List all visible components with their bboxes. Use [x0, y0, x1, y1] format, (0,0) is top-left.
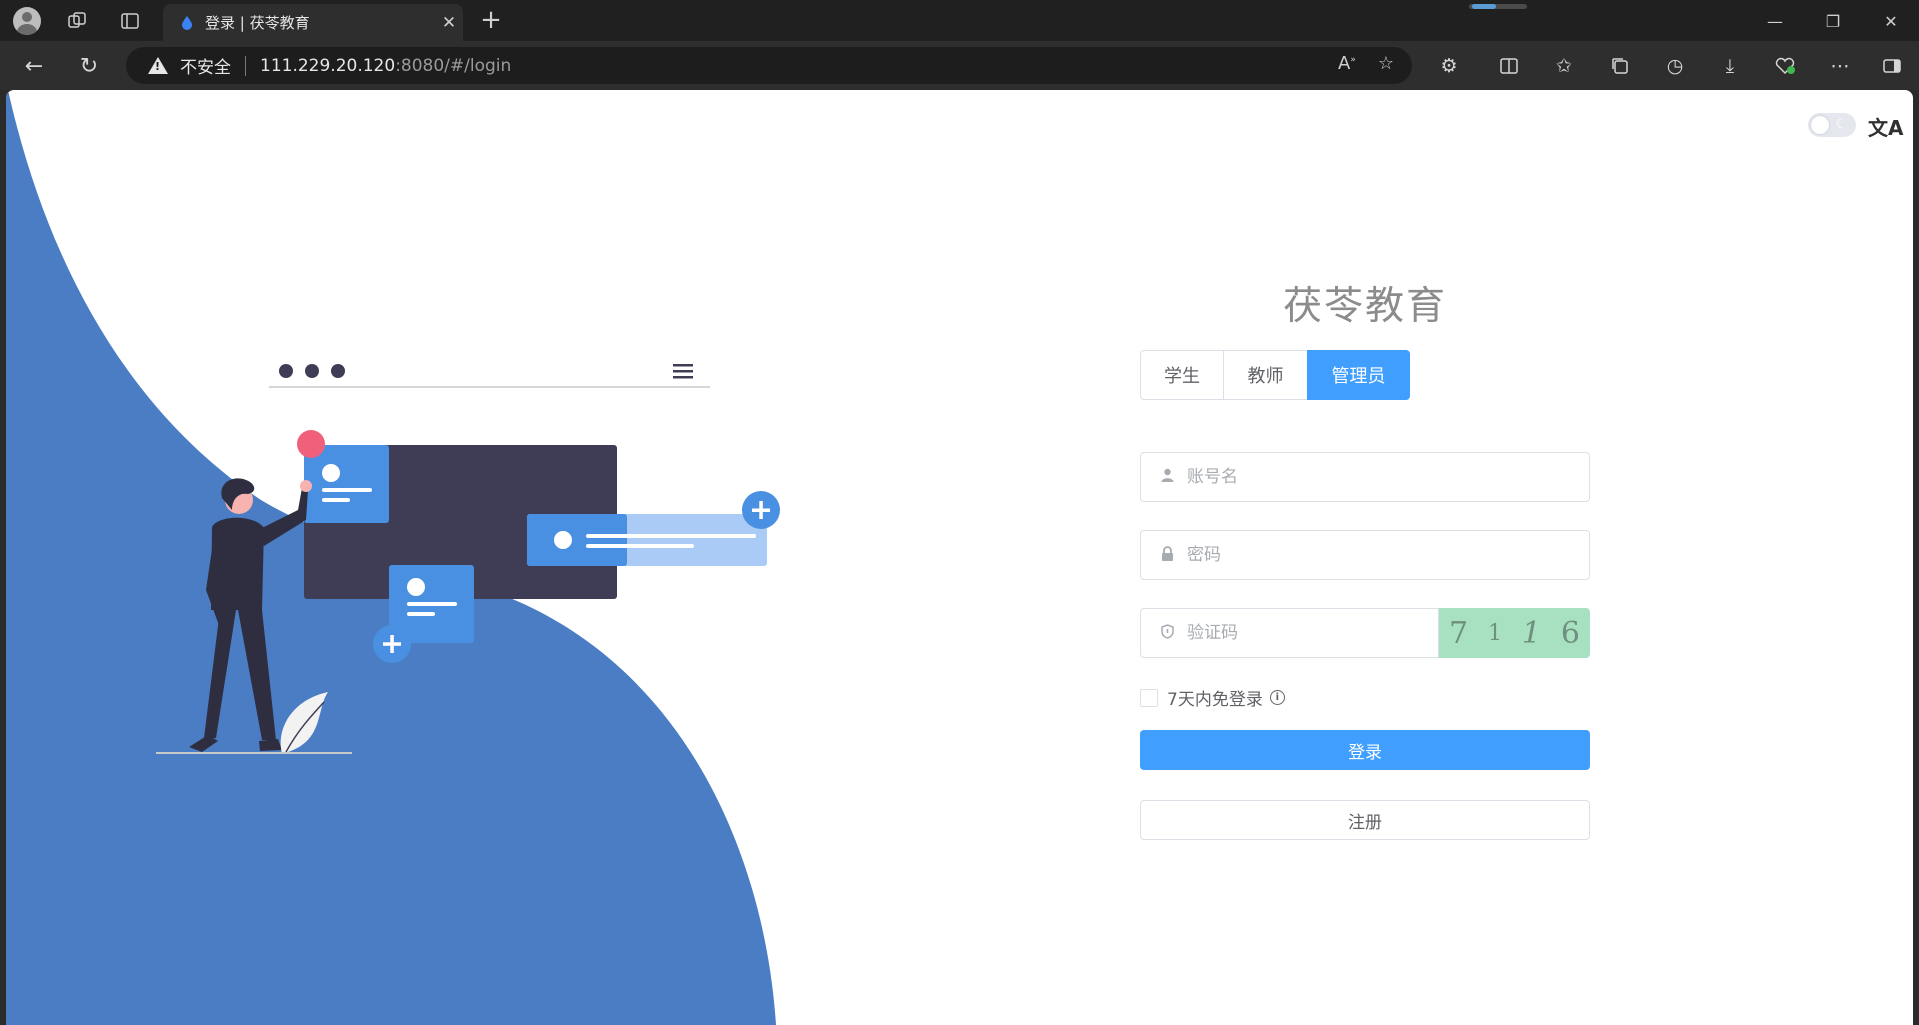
address-bar[interactable]: 不安全 111.229.20.120 :8080/#/login A» ☆ — [126, 47, 1412, 84]
info-icon[interactable]: i — [1269, 690, 1285, 705]
captcha-image[interactable]: 7 1 1 6 — [1439, 608, 1590, 658]
role-tab-teacher[interactable]: 教师 — [1223, 350, 1308, 400]
brand-title: 茯苓教育 — [1282, 284, 1447, 329]
droplet-favicon-icon — [179, 15, 195, 31]
browser-essentials-icon[interactable] — [1769, 50, 1801, 82]
shield-icon — [1159, 623, 1175, 643]
hero-illustration — [156, 364, 780, 754]
active-tab[interactable]: 登录 | 茯苓教育 ✕ — [163, 4, 463, 41]
dark-mode-toggle[interactable]: ☾ — [1808, 113, 1856, 137]
moon-icon: ☾ — [1835, 117, 1847, 132]
url-path: :8080/#/login — [395, 55, 512, 76]
username-input[interactable] — [1185, 466, 1589, 488]
role-tab-student[interactable]: 学生 — [1140, 350, 1224, 400]
read-aloud-icon[interactable]: A» — [1338, 53, 1356, 74]
register-button[interactable]: 注册 — [1140, 800, 1590, 840]
page-viewport: ☾ 文A 茯苓教育 学生 教师 管理员 7 1 1 6 7天内免登录 i 登录 — [6, 90, 1913, 1025]
role-tab-admin[interactable]: 管理员 — [1307, 350, 1410, 400]
vertical-tabs-icon[interactable] — [115, 6, 145, 36]
remember-checkbox[interactable] — [1140, 688, 1158, 707]
url-host: 111.229.20.120 — [260, 55, 396, 76]
warning-icon — [148, 57, 168, 74]
new-tab-icon[interactable]: + — [476, 6, 506, 36]
minimize-icon[interactable]: — — [1752, 6, 1798, 36]
history-icon[interactable]: ◷ — [1659, 50, 1691, 82]
browser-toolbar: ← ↻ 不安全 111.229.20.120 :8080/#/login A» … — [0, 41, 1919, 90]
close-tab-icon[interactable]: ✕ — [435, 13, 463, 33]
lock-icon — [1159, 545, 1175, 565]
user-icon — [1159, 468, 1175, 486]
role-selector: 学生 教师 管理员 — [1140, 350, 1410, 400]
favorites-icon[interactable]: ✩ — [1548, 50, 1580, 82]
tab-title: 登录 | 茯苓教育 — [205, 14, 310, 32]
tab-scroll-indicator — [1469, 4, 1527, 9]
password-input[interactable] — [1185, 544, 1589, 566]
remember-me: 7天内免登录 i — [1140, 685, 1285, 710]
sidebar-toggle-icon[interactable] — [1876, 50, 1908, 82]
downloads-icon[interactable]: ⤓ — [1714, 50, 1746, 82]
captcha-input[interactable] — [1185, 622, 1438, 644]
favorite-star-icon[interactable]: ☆ — [1378, 53, 1394, 74]
username-field[interactable] — [1140, 452, 1590, 502]
restore-icon[interactable]: ❐ — [1810, 6, 1856, 36]
password-field[interactable] — [1140, 530, 1590, 580]
more-menu-icon[interactable]: ⋯ — [1824, 50, 1856, 82]
close-window-icon[interactable]: ✕ — [1868, 6, 1914, 36]
security-label: 不安全 — [180, 58, 231, 78]
collections-icon[interactable] — [1604, 50, 1636, 82]
workspaces-icon[interactable] — [62, 6, 92, 36]
translate-icon[interactable]: 文A — [1868, 112, 1903, 141]
extensions-icon[interactable]: ⚙ — [1433, 50, 1465, 82]
profile-avatar-icon[interactable] — [12, 6, 42, 36]
split-screen-icon[interactable] — [1493, 50, 1525, 82]
login-button[interactable]: 登录 — [1140, 730, 1590, 770]
reload-icon[interactable]: ↻ — [73, 50, 105, 82]
back-icon[interactable]: ← — [18, 50, 50, 82]
browser-tab-bar: 登录 | 茯苓教育 ✕ + — ❐ ✕ — [0, 0, 1919, 41]
remember-label[interactable]: 7天内免登录 — [1167, 685, 1263, 710]
captcha-field[interactable] — [1140, 608, 1439, 658]
